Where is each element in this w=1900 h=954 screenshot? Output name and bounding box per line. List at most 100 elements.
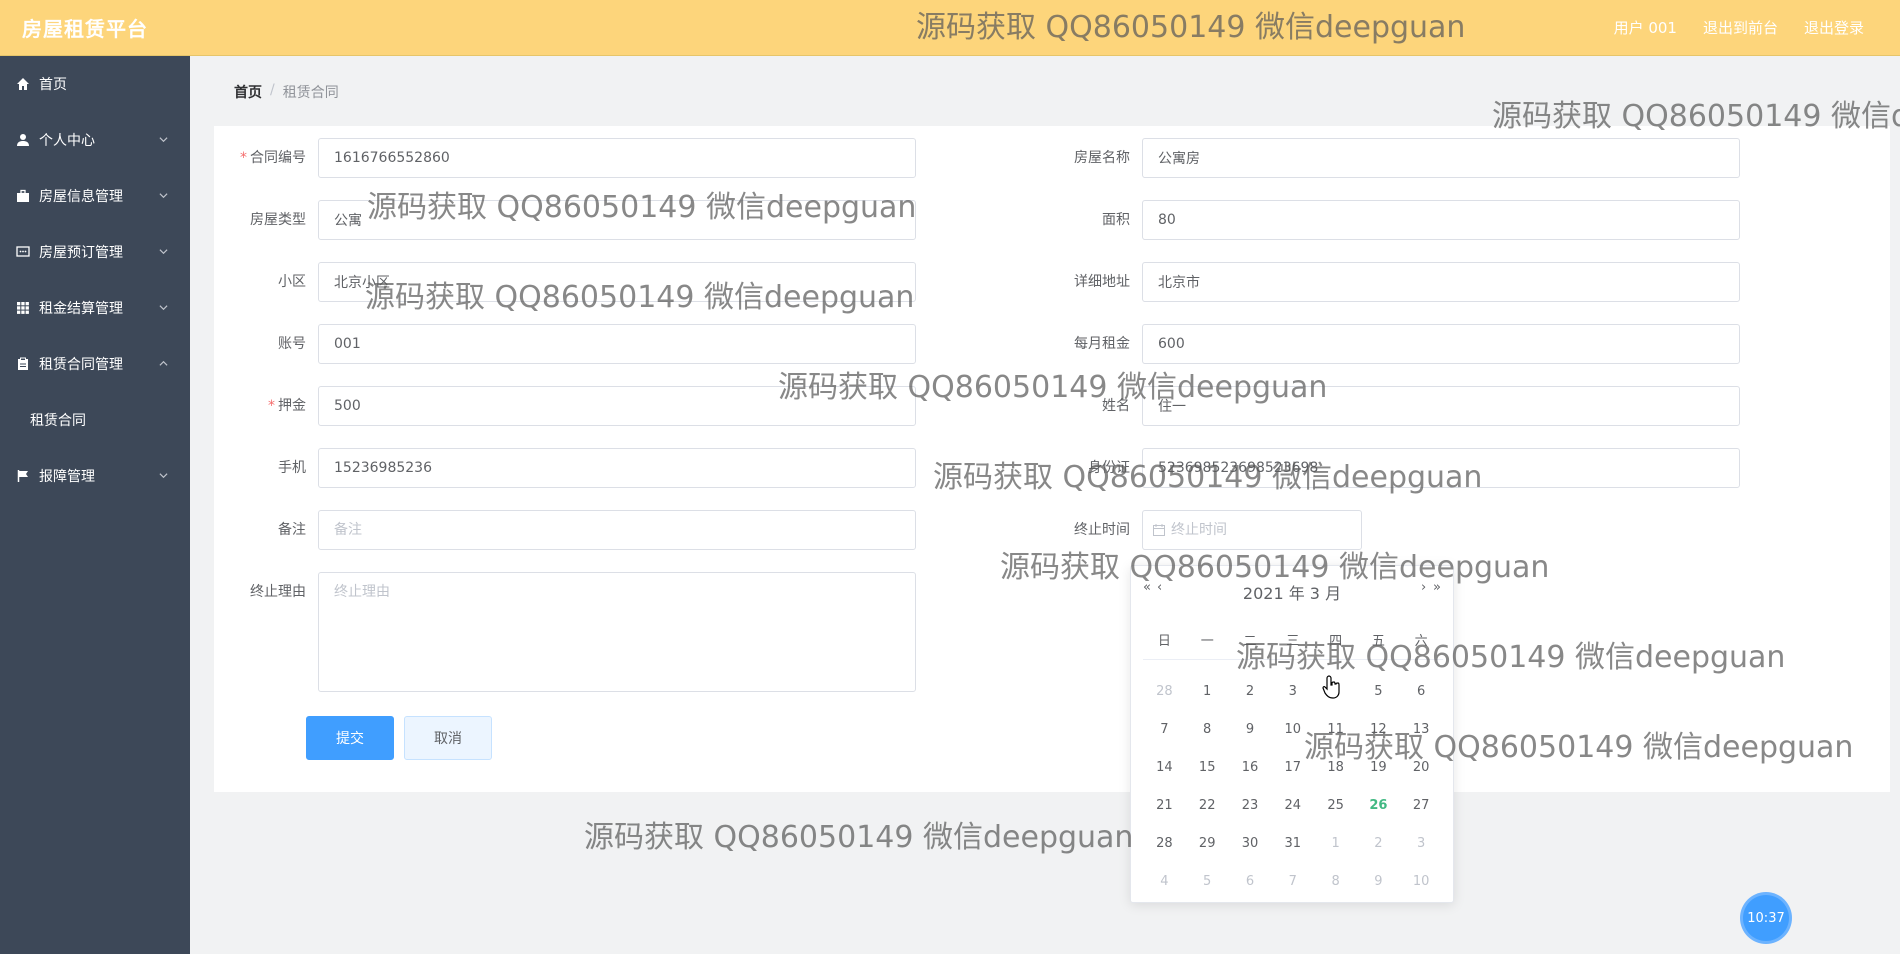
date-cell[interactable]: 9 — [1229, 722, 1272, 737]
date-cell[interactable]: 23 — [1229, 798, 1272, 813]
community-input[interactable] — [318, 262, 916, 302]
sidebar-item-personal[interactable]: 个人中心 — [0, 112, 190, 168]
date-cell[interactable]: 2 — [1357, 836, 1400, 851]
date-cell[interactable]: 21 — [1143, 798, 1186, 813]
grid-icon — [16, 301, 30, 315]
end-reason-textarea[interactable] — [318, 572, 916, 692]
top-bar: 房屋租赁平台 用户 001 退出到前台 退出登录 — [0, 0, 1900, 56]
house-name-input[interactable] — [1142, 138, 1740, 178]
next-year-icon[interactable]: » — [1433, 580, 1441, 595]
clock-badge: 10:37 — [1743, 895, 1789, 941]
date-cell[interactable]: 10 — [1400, 874, 1443, 889]
sidebar-item-label: 房屋预订管理 — [39, 245, 123, 261]
date-cell[interactable]: 29 — [1186, 836, 1229, 851]
date-cell[interactable]: 7 — [1143, 722, 1186, 737]
logout-link[interactable]: 退出登录 — [1804, 17, 1864, 38]
monthly-rent-input[interactable] — [1142, 324, 1740, 364]
date-cell[interactable]: 11 — [1314, 722, 1357, 737]
date-cell[interactable]: 5 — [1357, 684, 1400, 699]
sidebar-item-label: 房屋信息管理 — [39, 189, 123, 205]
date-cell[interactable]: 5 — [1186, 874, 1229, 889]
contract-no-input[interactable] — [318, 138, 916, 178]
date-cell[interactable]: 3 — [1271, 684, 1314, 699]
date-cell[interactable]: 14 — [1143, 760, 1186, 775]
house-name-label: 房屋名称 — [1074, 150, 1130, 166]
date-cell[interactable]: 7 — [1271, 874, 1314, 889]
chat-icon — [16, 245, 30, 259]
submit-button[interactable]: 提交 — [306, 716, 394, 760]
deposit-input[interactable] — [318, 386, 916, 426]
date-cell[interactable]: 6 — [1400, 684, 1443, 699]
date-cell[interactable]: 19 — [1357, 760, 1400, 775]
sidebar-item-contract[interactable]: 租赁合同管理 — [0, 336, 190, 392]
date-cell[interactable]: 16 — [1229, 760, 1272, 775]
date-cell[interactable]: 10 — [1271, 722, 1314, 737]
date-cell[interactable]: 13 — [1400, 722, 1443, 737]
end-time-label: 终止时间 — [1074, 522, 1130, 538]
chevron-down-icon — [159, 137, 168, 143]
date-picker-popup: « ‹ 2021 年 3 月 › » 日一二三四五六 2812345678910… — [1130, 565, 1454, 903]
date-cell[interactable]: 20 — [1400, 760, 1443, 775]
sidebar-subitem-contract[interactable]: 租赁合同 — [0, 392, 190, 448]
date-cell[interactable]: 18 — [1314, 760, 1357, 775]
date-cell[interactable]: 8 — [1314, 874, 1357, 889]
date-cell[interactable]: 27 — [1400, 798, 1443, 813]
date-cell[interactable]: 12 — [1357, 722, 1400, 737]
date-cell[interactable]: 15 — [1186, 760, 1229, 775]
briefcase-icon — [16, 189, 30, 203]
date-cell[interactable]: 8 — [1186, 722, 1229, 737]
date-cell[interactable]: 3 — [1400, 836, 1443, 851]
cancel-button[interactable]: 取消 — [404, 716, 492, 760]
sidebar-item-label: 租赁合同管理 — [39, 357, 123, 373]
account-input[interactable] — [318, 324, 916, 364]
date-cell[interactable]: 28 — [1143, 684, 1186, 699]
sidebar-item-house-info[interactable]: 房屋信息管理 — [0, 168, 190, 224]
date-row: 21 22 23 24 25 26 27 — [1143, 786, 1443, 824]
weekday-header: 日一二三四五六 — [1143, 630, 1443, 660]
date-cell[interactable]: 31 — [1271, 836, 1314, 851]
sidebar-item-booking[interactable]: 房屋预订管理 — [0, 224, 190, 280]
remark-input[interactable] — [318, 510, 916, 550]
form-panel: *合同编号 房屋类型 小区 账号 *押金 手机 备注 终止理由 — [214, 126, 1890, 792]
sidebar-item-repair[interactable]: 报障管理 — [0, 448, 190, 504]
chevron-up-icon — [159, 360, 168, 366]
date-cell[interactable]: 25 — [1314, 798, 1357, 813]
date-cell[interactable]: 1 — [1314, 836, 1357, 851]
next-month-icon[interactable]: › — [1421, 580, 1426, 595]
breadcrumb-home[interactable]: 首页 — [234, 82, 262, 102]
name-input[interactable] — [1142, 386, 1740, 426]
user-link[interactable]: 用户 001 — [1614, 17, 1677, 38]
address-input[interactable] — [1142, 262, 1740, 302]
sidebar-item-home[interactable]: 首页 — [0, 56, 190, 112]
end-time-input[interactable] — [1171, 522, 1341, 538]
breadcrumb: 首页 / 租赁合同 — [234, 82, 339, 102]
chevron-down-icon — [159, 193, 168, 199]
house-type-input[interactable] — [318, 200, 916, 240]
home-icon — [16, 77, 30, 91]
date-cell[interactable]: 1 — [1186, 684, 1229, 699]
date-cell[interactable]: 24 — [1271, 798, 1314, 813]
date-cell[interactable]: 30 — [1229, 836, 1272, 851]
date-cell[interactable]: 4 — [1143, 874, 1186, 889]
end-time-picker[interactable] — [1142, 510, 1362, 550]
date-cell[interactable]: 28 — [1143, 836, 1186, 851]
back-to-frontend-link[interactable]: 退出到前台 — [1703, 17, 1778, 38]
phone-input[interactable] — [318, 448, 916, 488]
date-cell[interactable]: 2 — [1229, 684, 1272, 699]
calendar-icon — [1153, 524, 1165, 536]
date-cell[interactable]: 9 — [1357, 874, 1400, 889]
breadcrumb-current: 租赁合同 — [282, 85, 339, 101]
date-cell[interactable]: 22 — [1186, 798, 1229, 813]
account-label: 账号 — [278, 336, 306, 352]
sidebar-item-rent-settlement[interactable]: 租金结算管理 — [0, 280, 190, 336]
mouse-pointer-icon — [1322, 675, 1340, 699]
date-cell[interactable]: 17 — [1271, 760, 1314, 775]
area-input[interactable] — [1142, 200, 1740, 240]
weekday-label: 六 — [1414, 634, 1428, 649]
phone-label: 手机 — [278, 460, 306, 476]
id-card-input[interactable] — [1142, 448, 1740, 488]
chevron-down-icon — [159, 473, 168, 479]
date-cell[interactable]: 26 — [1357, 798, 1400, 813]
weekday-label: 日 — [1157, 634, 1171, 649]
date-cell[interactable]: 6 — [1229, 874, 1272, 889]
